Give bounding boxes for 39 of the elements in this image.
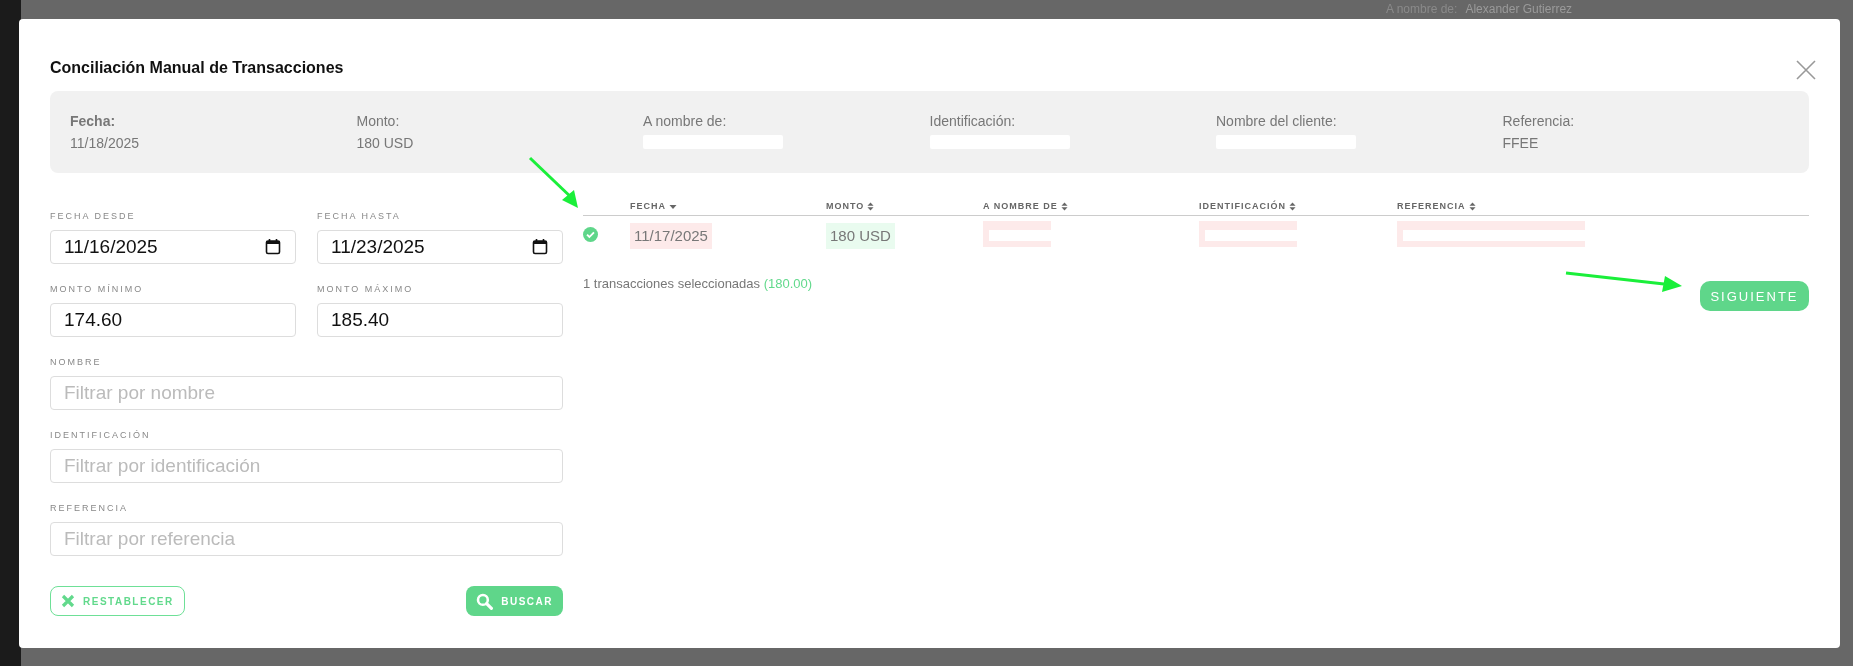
selection-summary: 1 transacciones seleccionadas (180.00) bbox=[583, 276, 813, 291]
search-icon bbox=[476, 592, 494, 610]
date-field[interactable]: 11/16/2025 bbox=[50, 230, 296, 264]
close-icon[interactable] bbox=[1796, 60, 1816, 80]
filter-label: MONTO MÁXIMO bbox=[317, 284, 415, 294]
filter-label: NOMBRE bbox=[50, 357, 103, 367]
filter-label: REFERENCIA bbox=[50, 503, 129, 513]
input-field[interactable]: Filtrar por referencia bbox=[50, 522, 563, 556]
summary-value: FFEE bbox=[1502, 135, 1540, 151]
column-header[interactable]: REFERENCIA bbox=[1397, 201, 1476, 211]
column-header[interactable]: MONTO bbox=[826, 201, 875, 211]
summary-label: A nombre de: bbox=[643, 113, 728, 129]
summary-value: 11/18/2025 bbox=[70, 135, 141, 151]
column-header[interactable]: FECHA bbox=[630, 201, 677, 211]
input-field[interactable]: Filtrar por nombre bbox=[50, 376, 563, 410]
date-field[interactable]: 11/23/2025 bbox=[317, 230, 563, 264]
calendar-icon[interactable] bbox=[532, 238, 548, 255]
summary-label: Nombre del cliente: bbox=[1216, 113, 1338, 129]
column-header[interactable]: A NOMBRE DE bbox=[983, 201, 1068, 211]
table-cell: 11/17/2025 bbox=[630, 223, 712, 249]
filter-label: IDENTIFICACIÓN bbox=[50, 430, 152, 440]
dialog-title: Conciliación Manual de Transacciones bbox=[50, 59, 344, 77]
summary-label: Monto: bbox=[356, 113, 401, 129]
filter-label: FECHA DESDE bbox=[50, 211, 137, 221]
column-header[interactable]: IDENTIFICACIÓN bbox=[1199, 201, 1296, 211]
input-field[interactable]: Filtrar por identificación bbox=[50, 449, 563, 483]
summary-label: Identificación: bbox=[929, 113, 1017, 129]
input-field[interactable]: 174.60 bbox=[50, 303, 296, 337]
annotation-arrow bbox=[528, 156, 578, 208]
check-circle-icon[interactable] bbox=[583, 226, 598, 242]
table-cell: 180 USD bbox=[826, 223, 895, 249]
summary-value: 180 USD bbox=[356, 135, 415, 151]
input-field[interactable]: 185.40 bbox=[317, 303, 563, 337]
summary-label: Fecha: bbox=[70, 113, 117, 129]
summary-label: Referencia: bbox=[1502, 113, 1576, 129]
close-icon bbox=[61, 594, 75, 608]
calendar-icon[interactable] bbox=[265, 238, 281, 255]
filter-label: MONTO MÍNIMO bbox=[50, 284, 145, 294]
filter-label: FECHA HASTA bbox=[317, 211, 402, 221]
